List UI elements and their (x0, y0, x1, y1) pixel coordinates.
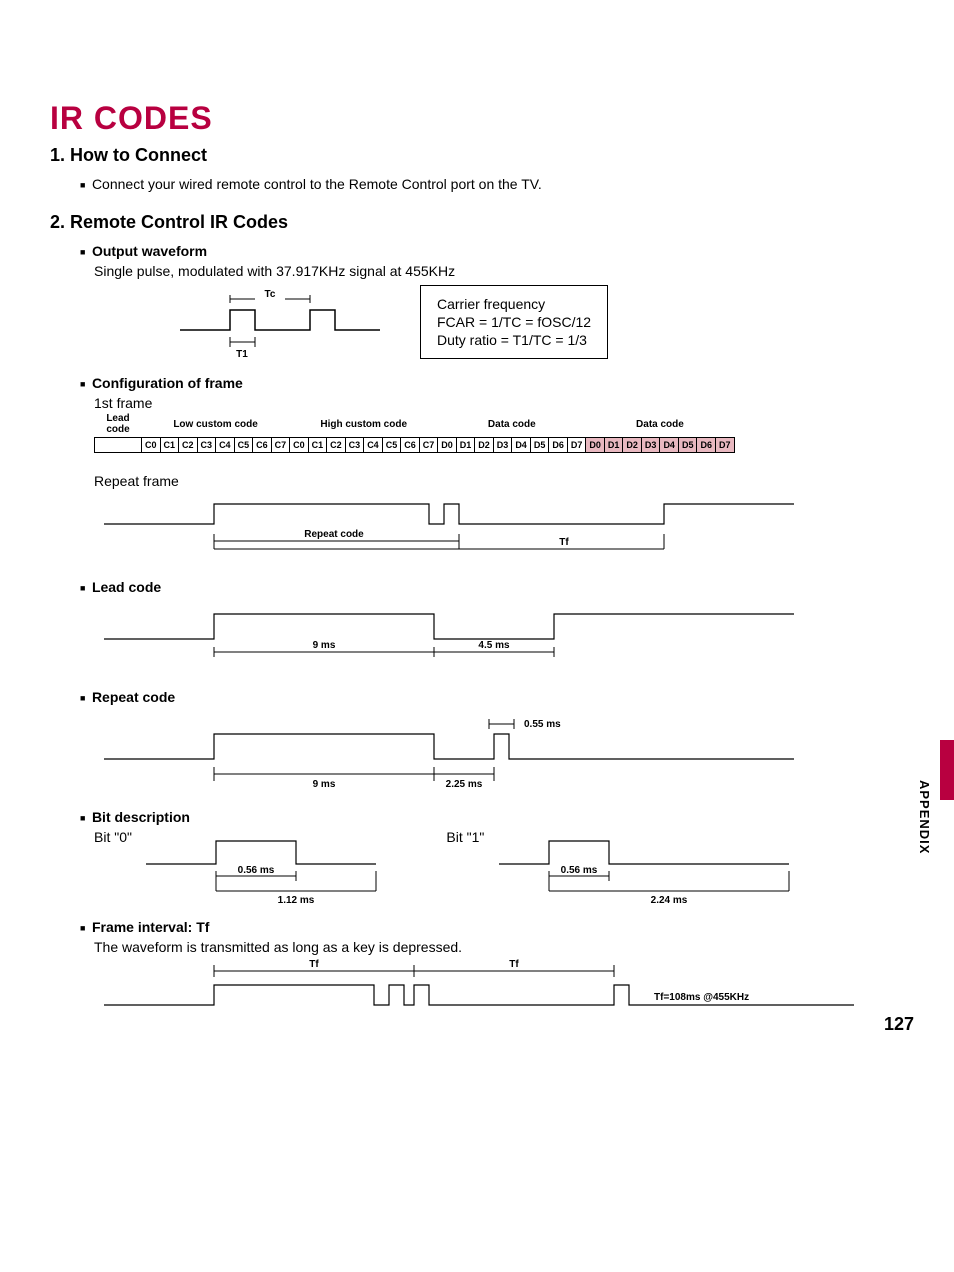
bit-0-diagram: 0.56 ms 1.12 ms (136, 829, 416, 909)
svg-text:Tf: Tf (559, 537, 569, 548)
repeat-frame-diagram: Repeat code Tf (94, 489, 794, 569)
svg-text:0.56 ms: 0.56 ms (560, 865, 597, 876)
bit-cell: C3 (345, 438, 364, 453)
carrier-title: Carrier frequency (437, 296, 591, 312)
section1-heading: 1. How to Connect (50, 145, 904, 166)
bit-cell: C3 (197, 438, 216, 453)
bit-cell: C7 (419, 438, 438, 453)
frame-interval-diagram: Tf Tf Tf=108ms @455KHz (94, 955, 854, 1025)
bit-cell: D2 (475, 438, 494, 453)
lead-code-heading: Lead code (80, 579, 904, 595)
output-waveform-heading: Output waveform (80, 243, 904, 259)
svg-text:Tc: Tc (265, 289, 276, 300)
bit-cell: D0 (438, 438, 457, 453)
output-waveform-text: Single pulse, modulated with 37.917KHz s… (94, 263, 904, 279)
svg-text:Tf=108ms @455KHz: Tf=108ms @455KHz (654, 992, 749, 1003)
bit-description-heading: Bit description (80, 809, 904, 825)
bit-cell: D1 (604, 438, 623, 453)
bit-cell: C4 (364, 438, 383, 453)
section2-heading: 2. Remote Control IR Codes (50, 212, 904, 233)
frame-structure-table: Lead code Low custom code High custom co… (94, 411, 735, 453)
config-frame-heading: Configuration of frame (80, 375, 904, 391)
bit-cell: D1 (456, 438, 475, 453)
bit-cell: D6 (697, 438, 716, 453)
fcar-text: FCAR = 1/TC = fOSC/12 (437, 314, 591, 330)
svg-text:2.24 ms: 2.24 ms (650, 895, 687, 906)
bit-cell: D5 (530, 438, 549, 453)
bit-cell: C4 (216, 438, 235, 453)
side-label: APPENDIX (917, 780, 932, 854)
bit-0-label: Bit "0" (94, 829, 132, 845)
bit-cell: C1 (160, 438, 179, 453)
svg-text:Tf: Tf (309, 959, 319, 970)
bit-cell: D4 (512, 438, 531, 453)
bit-cell: C5 (234, 438, 253, 453)
bit-cell: D7 (567, 438, 586, 453)
frame-interval-heading: Frame interval: Tf (80, 919, 904, 935)
svg-text:1.12 ms: 1.12 ms (278, 895, 315, 906)
bit-cell: C5 (382, 438, 401, 453)
bit-1-diagram: 0.56 ms 2.24 ms (489, 829, 809, 909)
svg-text:9 ms: 9 ms (313, 640, 336, 651)
svg-text:9 ms: 9 ms (313, 779, 336, 790)
bit-cell: D5 (678, 438, 697, 453)
svg-text:0.56 ms: 0.56 ms (238, 865, 275, 876)
lead-code-diagram: 9 ms 4.5 ms (94, 599, 794, 679)
page-title: IR CODES (50, 100, 904, 137)
first-frame-label: 1st frame (94, 395, 904, 411)
bit-cell: C0 (142, 438, 161, 453)
bit-cell: C0 (290, 438, 309, 453)
svg-text:T1: T1 (236, 349, 248, 360)
bit-cell: C7 (271, 438, 290, 453)
bit-cell: D4 (660, 438, 679, 453)
svg-text:Repeat code: Repeat code (304, 529, 364, 540)
bit-1-label: Bit "1" (446, 829, 484, 845)
svg-text:4.5 ms: 4.5 ms (478, 640, 510, 651)
svg-text:0.55 ms: 0.55 ms (524, 719, 561, 730)
page-number: 127 (884, 1014, 914, 1035)
carrier-frequency-box: Carrier frequency FCAR = 1/TC = fOSC/12 … (420, 285, 608, 359)
duty-text: Duty ratio = T1/TC = 1/3 (437, 332, 591, 348)
repeat-frame-label: Repeat frame (94, 473, 904, 489)
bit-cell: D2 (623, 438, 642, 453)
bit-cell: D6 (549, 438, 568, 453)
repeat-code-diagram: 0.55 ms 9 ms 2.25 ms (94, 709, 794, 799)
bit-cell: D7 (715, 438, 734, 453)
bit-cell: C6 (401, 438, 420, 453)
bit-cell: C2 (179, 438, 198, 453)
bit-cell: C6 (253, 438, 272, 453)
side-tab (940, 740, 954, 800)
svg-text:Tf: Tf (509, 959, 519, 970)
bit-cell: D3 (493, 438, 512, 453)
bit-cell: D0 (586, 438, 605, 453)
connect-text: Connect your wired remote control to the… (80, 176, 904, 192)
svg-text:2.25 ms: 2.25 ms (446, 779, 483, 790)
frame-interval-text: The waveform is transmitted as long as a… (94, 939, 904, 955)
bit-cell: C1 (308, 438, 327, 453)
repeat-code-heading: Repeat code (80, 689, 904, 705)
bit-cell: C2 (327, 438, 346, 453)
bit-cell: D3 (641, 438, 660, 453)
tc-waveform-diagram: Tc T1 (170, 285, 390, 365)
